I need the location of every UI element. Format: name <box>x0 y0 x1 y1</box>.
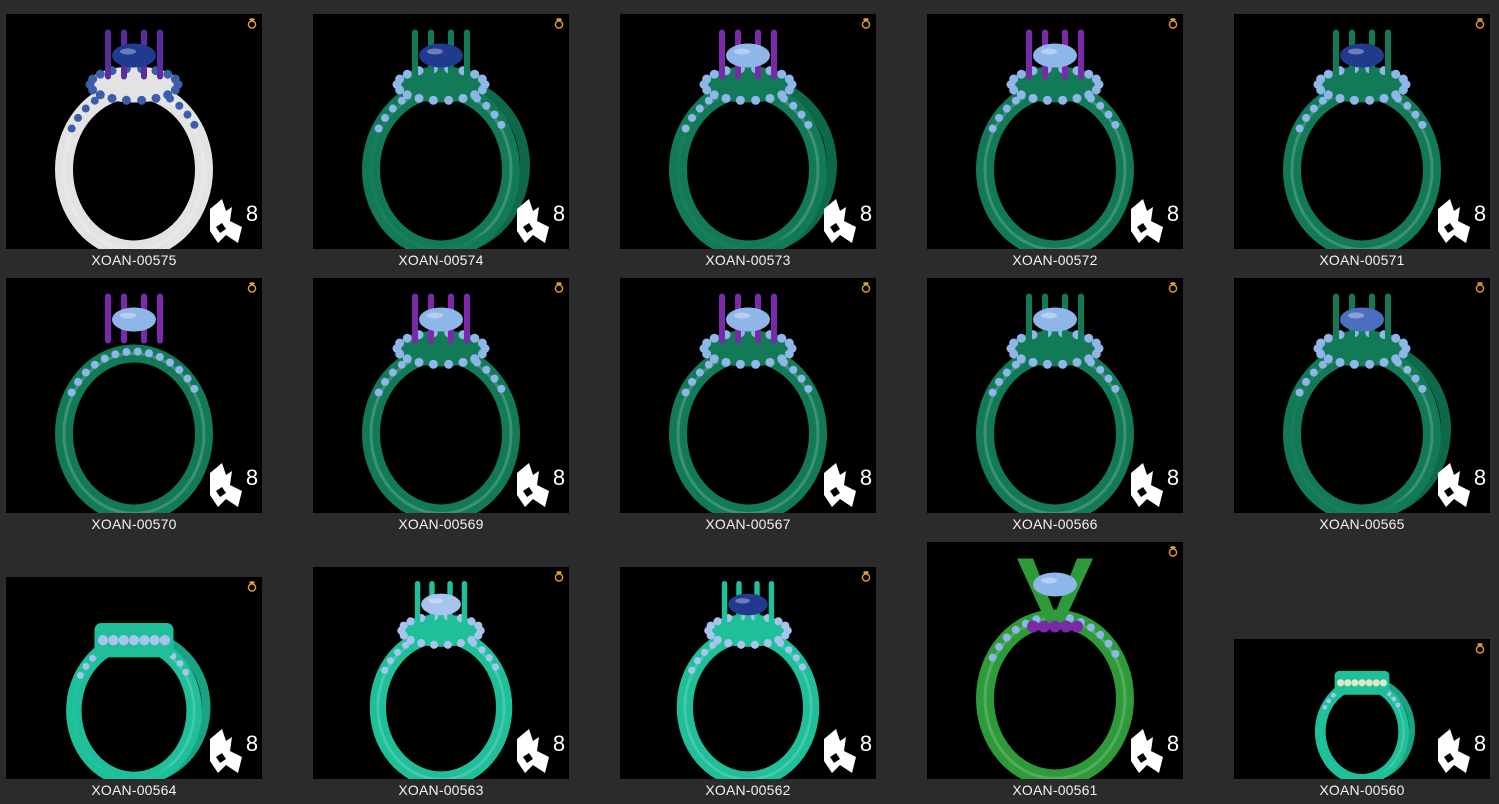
ring-icon <box>1475 643 1485 654</box>
rhino8-logo: 8 <box>210 729 258 773</box>
thumbnail-image[interactable]: 8 <box>6 577 262 779</box>
rhino8-logo: 8 <box>1438 199 1486 243</box>
ring-render <box>669 29 837 249</box>
ring-render <box>1314 670 1416 779</box>
svg-text:8: 8 <box>1474 201 1486 226</box>
svg-text:8: 8 <box>553 465 565 490</box>
thumbnail-image[interactable]: 8 <box>6 14 262 249</box>
thumbnail-caption[interactable]: XOAN-00567 <box>620 515 876 533</box>
ring-icon <box>1168 282 1178 293</box>
ring-render <box>976 29 1134 249</box>
thumbnail-caption[interactable]: XOAN-00560 <box>1234 781 1490 799</box>
ring-render <box>669 293 827 513</box>
thumbnail-image[interactable]: 8 <box>313 567 569 779</box>
ring-render <box>369 580 513 779</box>
ring-icon <box>861 571 871 582</box>
svg-text:8: 8 <box>246 465 258 490</box>
rhino8-logo: 8 <box>1131 729 1179 773</box>
thumbnail-image[interactable]: 8 <box>927 542 1183 779</box>
ring-render <box>976 293 1134 513</box>
rhino8-logo: 8 <box>517 199 565 243</box>
ring-render <box>976 558 1134 779</box>
thumbnail-caption[interactable]: XOAN-00564 <box>6 781 262 799</box>
svg-text:8: 8 <box>246 731 258 756</box>
thumbnail-caption[interactable]: XOAN-00565 <box>1234 515 1490 533</box>
ring-render <box>66 622 211 779</box>
ring-icon <box>861 282 871 293</box>
rhino8-logo: 8 <box>210 199 258 243</box>
ring-render <box>1283 29 1441 249</box>
thumbnail-image[interactable]: 8 <box>1234 278 1490 513</box>
thumbnail-caption[interactable]: XOAN-00573 <box>620 251 876 269</box>
rhino8-logo: 8 <box>1438 463 1486 507</box>
svg-text:8: 8 <box>860 465 872 490</box>
thumbnail-image[interactable]: 8 <box>313 278 569 513</box>
ring-icon <box>1475 18 1485 29</box>
thumbnail-image[interactable]: 8 <box>313 14 569 249</box>
svg-text:8: 8 <box>1167 465 1179 490</box>
ring-icon <box>554 571 564 582</box>
ring-icon <box>554 282 564 293</box>
svg-text:8: 8 <box>1474 731 1486 756</box>
ring-icon <box>247 282 257 293</box>
rhino8-logo: 8 <box>210 463 258 507</box>
thumbnail-image[interactable]: 8 <box>620 278 876 513</box>
svg-text:8: 8 <box>1167 731 1179 756</box>
thumbnail-image[interactable]: 8 <box>927 14 1183 249</box>
thumbnail-caption[interactable]: XOAN-00563 <box>313 781 569 799</box>
rhino8-logo: 8 <box>824 199 872 243</box>
thumbnail-image[interactable]: 8 <box>1234 639 1490 779</box>
thumbnail-caption[interactable]: XOAN-00572 <box>927 251 1183 269</box>
thumbnail-caption[interactable]: XOAN-00561 <box>927 781 1183 799</box>
thumbnail-caption[interactable]: XOAN-00571 <box>1234 251 1490 269</box>
thumbnail-image[interactable]: 8 <box>6 278 262 513</box>
svg-text:8: 8 <box>860 731 872 756</box>
rhino8-logo: 8 <box>1131 199 1179 243</box>
thumbnail-caption[interactable]: XOAN-00575 <box>6 251 262 269</box>
svg-text:8: 8 <box>1474 465 1486 490</box>
thumbnail-image[interactable]: 8 <box>927 278 1183 513</box>
rhino8-logo: 8 <box>1131 463 1179 507</box>
rhino8-logo: 8 <box>1438 729 1486 773</box>
svg-text:8: 8 <box>1167 201 1179 226</box>
thumbnail-caption[interactable]: XOAN-00570 <box>6 515 262 533</box>
ring-render <box>55 293 213 513</box>
svg-text:8: 8 <box>860 201 872 226</box>
rhino8-logo: 8 <box>517 729 565 773</box>
ring-render <box>1283 293 1451 513</box>
thumbnail-image[interactable]: 8 <box>1234 14 1490 249</box>
ring-icon <box>1475 282 1485 293</box>
ring-icon <box>247 18 257 29</box>
rhino8-logo: 8 <box>824 463 872 507</box>
thumbnail-image[interactable]: 8 <box>620 567 876 779</box>
ring-icon <box>1168 546 1178 557</box>
rhino8-logo: 8 <box>517 463 565 507</box>
ring-icon <box>1168 18 1178 29</box>
ring-render <box>362 293 520 513</box>
svg-text:8: 8 <box>553 201 565 226</box>
ring-icon <box>861 18 871 29</box>
ring-render <box>55 29 213 249</box>
ring-render <box>676 580 820 779</box>
thumbnail-caption[interactable]: XOAN-00566 <box>927 515 1183 533</box>
thumbnail-caption[interactable]: XOAN-00562 <box>620 781 876 799</box>
ring-icon <box>247 581 257 592</box>
svg-text:8: 8 <box>553 731 565 756</box>
ring-icon <box>554 18 564 29</box>
thumbnail-caption[interactable]: XOAN-00569 <box>313 515 569 533</box>
svg-text:8: 8 <box>246 201 258 226</box>
ring-render <box>362 29 530 249</box>
thumbnail-image[interactable]: 8 <box>620 14 876 249</box>
rhino8-logo: 8 <box>824 729 872 773</box>
thumbnail-caption[interactable]: XOAN-00574 <box>313 251 569 269</box>
